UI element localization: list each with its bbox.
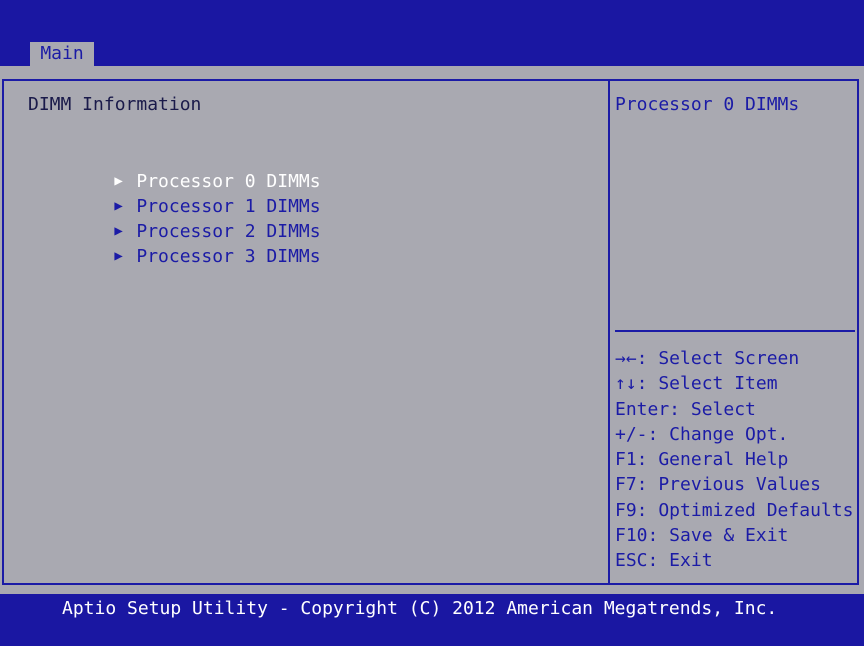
vertical-divider <box>608 79 610 585</box>
submenu-arrow-icon: ▶ <box>114 248 123 264</box>
copyright-text: Aptio Setup Utility - Copyright (C) 2012… <box>62 598 778 619</box>
key-enter-select: Enter: Select <box>615 398 756 420</box>
key-save-exit: F10: Save & Exit <box>615 525 789 547</box>
main-panel: DIMM Information ▶ Processor 0 DIMMs ▶ Pro… <box>0 66 864 594</box>
key-previous-values: F7: Previous Values <box>615 474 821 496</box>
menu-item-label: Processor 1 DIMMs <box>136 196 321 217</box>
menu-item-label: Processor 0 DIMMs <box>136 171 321 192</box>
menu-item-label: Processor 3 DIMMs <box>136 246 321 267</box>
submenu-arrow-icon: ▶ <box>114 223 123 239</box>
menu-item-processor-0[interactable]: ▶ Processor 0 DIMMs <box>6 144 320 192</box>
key-general-help: F1: General Help <box>615 449 789 471</box>
key-select-item: ↑↓: Select Item <box>615 373 778 395</box>
footer-bar: Aptio Setup Utility - Copyright (C) 2012… <box>0 594 864 646</box>
key-optimized-defaults: F9: Optimized Defaults <box>615 499 854 521</box>
left-pane: DIMM Information ▶ Processor 0 DIMMs ▶ Pro… <box>6 90 604 580</box>
help-divider <box>615 330 855 332</box>
top-bar: Main <box>0 0 864 66</box>
dimm-menu: ▶ Processor 0 DIMMs ▶ Processor 1 DIMMs ▶ P… <box>6 144 321 267</box>
key-select-screen: →←: Select Screen <box>615 348 800 369</box>
submenu-arrow-icon: ▶ <box>114 198 123 214</box>
section-title: DIMM Information <box>28 94 202 115</box>
help-text: Processor 0 DIMMs <box>615 94 800 115</box>
key-change-opt: +/-: Change Opt. <box>615 423 789 445</box>
key-esc-exit: ESC: Exit <box>615 550 713 572</box>
submenu-arrow-icon: ▶ <box>114 173 123 189</box>
bios-screen: Main DIMM Information ▶ Processor 0 DIMMs… <box>0 0 864 646</box>
key-legend: →←: Select Screen ↑↓: Select Item Enter:… <box>615 346 853 574</box>
tab-main[interactable]: Main <box>30 42 94 66</box>
menu-item-label: Processor 2 DIMMs <box>136 221 321 242</box>
